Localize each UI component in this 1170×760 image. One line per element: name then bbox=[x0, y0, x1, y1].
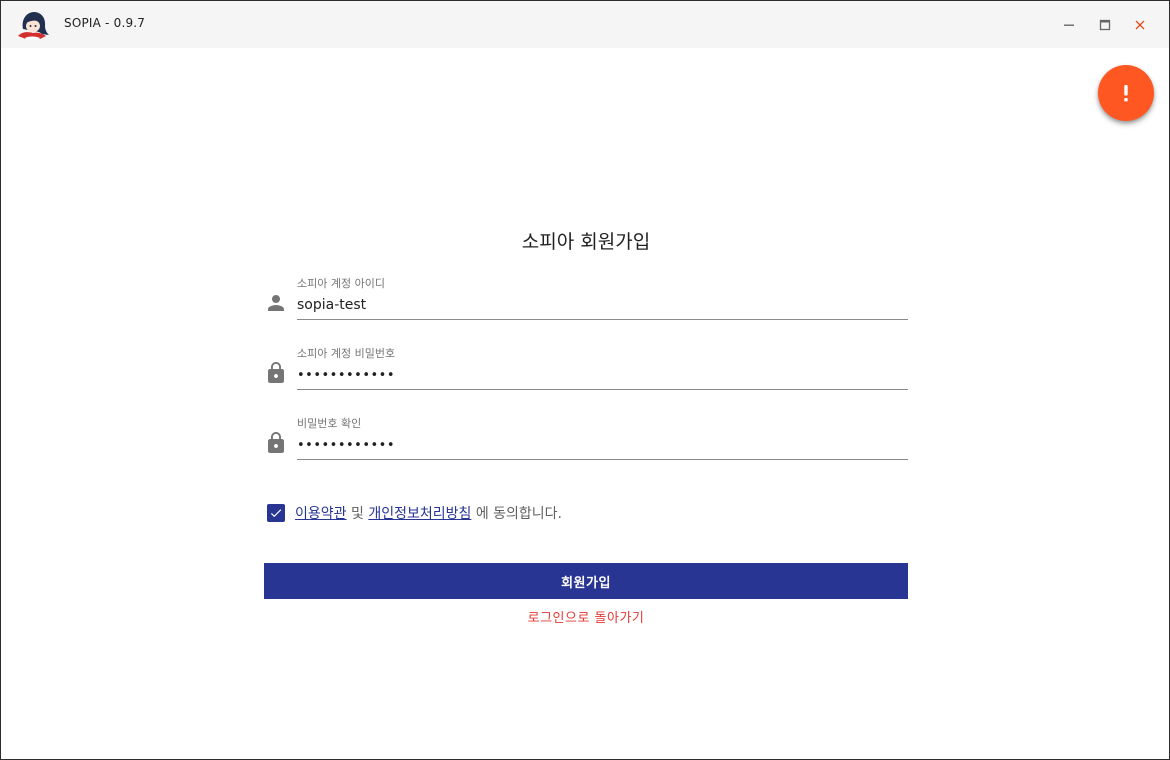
checkmark-icon bbox=[270, 509, 282, 518]
close-icon bbox=[1135, 20, 1145, 29]
password-field-group: 소피아 계정 비밀번호 bbox=[264, 343, 908, 403]
password-input[interactable] bbox=[297, 362, 908, 388]
back-to-login-link[interactable]: 로그인으로 돌아가기 bbox=[264, 607, 908, 626]
password-confirm-input[interactable] bbox=[297, 432, 908, 458]
window-title: SOPIA - 0.9.7 bbox=[64, 16, 146, 30]
agreement-text: 이용약관 및 개인정보처리방침 에 동의합니다. bbox=[295, 503, 562, 523]
agreement-checkbox[interactable] bbox=[267, 504, 285, 522]
alert-fab-button[interactable] bbox=[1098, 65, 1154, 121]
account-id-label: 소피아 계정 아이디 bbox=[297, 277, 385, 290]
signup-button[interactable]: 회원가입 bbox=[264, 563, 908, 599]
terms-link[interactable]: 이용약관 bbox=[295, 506, 347, 522]
password-confirm-field-group: 비밀번호 확인 bbox=[264, 413, 908, 473]
account-id-input[interactable] bbox=[297, 292, 908, 318]
exclamation-icon bbox=[1124, 85, 1128, 102]
password-confirm-underline bbox=[297, 459, 908, 460]
lock-icon bbox=[268, 362, 284, 383]
person-icon bbox=[268, 295, 284, 311]
app-window: SOPIA - 0.9.7 소피아 회원가입 소피아 계정 아이디 sopia-… bbox=[0, 0, 1170, 760]
lock-icon bbox=[268, 432, 284, 453]
sopia-logo-icon bbox=[18, 12, 49, 40]
minimize-button[interactable] bbox=[1051, 1, 1087, 48]
account-id-underline bbox=[297, 319, 908, 320]
password-confirm-label: 비밀번호 확인 bbox=[297, 417, 362, 430]
agreement-row: 이용약관 및 개인정보처리방침 에 동의합니다. bbox=[264, 501, 562, 525]
title-bar[interactable]: SOPIA - 0.9.7 bbox=[1, 1, 1169, 48]
page-title: 소피아 회원가입 bbox=[521, 231, 651, 253]
agreement-suffix: 에 동의합니다. bbox=[475, 506, 563, 522]
password-label: 소피아 계정 비밀번호 bbox=[297, 347, 396, 360]
close-button[interactable] bbox=[1122, 1, 1158, 48]
agreement-conjunction: 및 bbox=[350, 506, 364, 522]
maximize-button[interactable] bbox=[1087, 1, 1123, 48]
privacy-policy-link[interactable]: 개인정보처리방침 bbox=[368, 506, 471, 522]
password-underline bbox=[297, 389, 908, 390]
minimize-icon bbox=[1064, 24, 1074, 26]
maximize-icon bbox=[1099, 19, 1111, 30]
account-id-field-group: 소피아 계정 아이디 bbox=[264, 273, 908, 333]
